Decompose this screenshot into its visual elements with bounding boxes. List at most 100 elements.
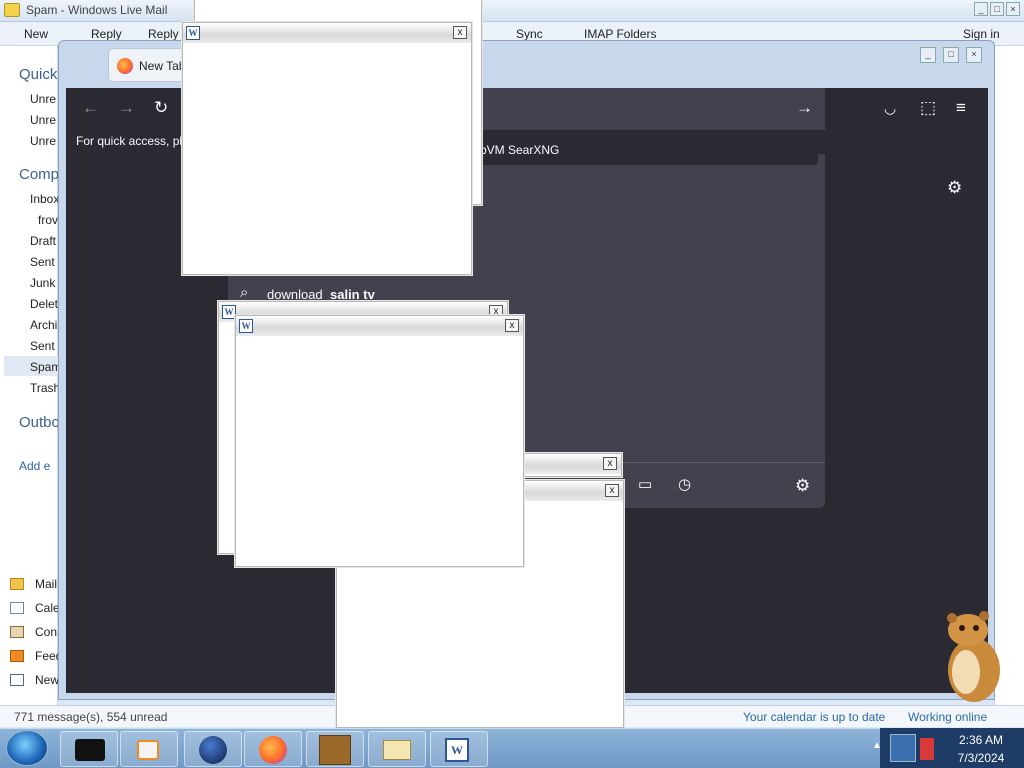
clock-date[interactable]: 7/3/2024 bbox=[938, 751, 1024, 765]
newtab-settings-gear-icon[interactable]: ⚙ bbox=[947, 178, 962, 198]
taskbar-firefox[interactable] bbox=[244, 731, 302, 767]
taskbar-globe[interactable] bbox=[184, 731, 242, 767]
quick-item[interactable]: Unre bbox=[30, 92, 56, 106]
mail-window-title: Spam - Windows Live Mail bbox=[26, 3, 168, 17]
search-icon: ⌕ bbox=[240, 284, 249, 301]
go-arrow-icon[interactable]: → bbox=[796, 98, 813, 118]
ff-minimize-button[interactable]: _ bbox=[920, 47, 936, 63]
contacts-icon bbox=[10, 626, 24, 638]
mail-icon bbox=[10, 578, 24, 590]
history-icon[interactable]: ◷ bbox=[678, 475, 691, 493]
feeds-icon bbox=[10, 650, 24, 662]
suggestion-bold: salin tv bbox=[330, 287, 375, 302]
word-icon: W bbox=[445, 738, 469, 762]
maximize-button[interactable]: □ bbox=[990, 2, 1004, 16]
minimize-button[interactable]: _ bbox=[974, 2, 988, 16]
nav-mail[interactable]: Mail bbox=[35, 577, 57, 591]
search-engine-row[interactable]: bVM SearXNG bbox=[480, 136, 818, 165]
reply-button[interactable]: Reply bbox=[91, 27, 122, 41]
taskbar-mail[interactable] bbox=[368, 731, 426, 767]
terminal-icon bbox=[75, 739, 105, 761]
extensions-icon[interactable]: ⬚ bbox=[920, 98, 936, 118]
nav-contacts[interactable]: Con bbox=[35, 625, 57, 639]
outbox-header[interactable]: Outbo bbox=[19, 414, 60, 431]
nav-newsgroups[interactable]: New bbox=[35, 673, 59, 687]
close-button[interactable]: × bbox=[1006, 2, 1020, 16]
menu-icon[interactable]: ≡ bbox=[956, 98, 966, 118]
online-status: Working online bbox=[908, 710, 988, 724]
calendar-status: Your calendar is up to date bbox=[743, 710, 886, 724]
bookmark-hint: For quick access, pla bbox=[76, 134, 189, 148]
word-popup-window[interactable]: Wx bbox=[182, 22, 472, 275]
taskbar: W bbox=[0, 728, 1024, 768]
tabs-icon[interactable]: ▭ bbox=[638, 475, 652, 493]
mail-right-pane bbox=[994, 46, 1024, 706]
folder-inbox[interactable]: Inbox bbox=[30, 192, 59, 206]
taskbar-word[interactable]: W bbox=[430, 731, 488, 767]
tray-app-icon[interactable] bbox=[920, 738, 934, 760]
folder-subfolder[interactable]: frov bbox=[38, 213, 58, 227]
sync-button[interactable]: Sync bbox=[516, 27, 543, 41]
mail-icon bbox=[383, 740, 411, 760]
nav-calendar[interactable]: Cale bbox=[35, 601, 60, 615]
sign-in-link[interactable]: Sign in bbox=[963, 27, 1000, 41]
close-icon[interactable]: x bbox=[453, 26, 467, 39]
ff-close-button[interactable]: × bbox=[966, 47, 982, 63]
close-icon[interactable]: x bbox=[603, 457, 617, 470]
taskbar-media-player[interactable] bbox=[120, 731, 178, 767]
folder-spam[interactable]: Spam bbox=[30, 360, 61, 374]
suggestion-prefix: download bbox=[267, 287, 323, 302]
firefox-tab-icon bbox=[117, 58, 133, 74]
folder-trash[interactable]: Trash bbox=[30, 381, 60, 395]
network-icon[interactable] bbox=[890, 734, 916, 762]
mail-titlebar: Spam - Windows Live Mail _ □ × bbox=[0, 0, 1024, 22]
folder-junk[interactable]: Junk bbox=[30, 276, 55, 290]
hamster-desktop-pet-icon[interactable] bbox=[940, 608, 1004, 704]
taskbar-box-game[interactable] bbox=[306, 731, 364, 767]
account-header: Comp bbox=[19, 166, 60, 183]
newsgroups-icon bbox=[10, 674, 24, 686]
live-mail-app-icon bbox=[4, 3, 20, 17]
new-button[interactable]: New bbox=[24, 27, 48, 41]
quick-item[interactable]: Unre bbox=[30, 113, 56, 127]
firefox-icon bbox=[259, 736, 287, 764]
tab-title: New Tab bbox=[139, 59, 186, 73]
folder-sent[interactable]: Sent bbox=[30, 255, 55, 269]
search-settings-gear-icon[interactable]: ⚙ bbox=[795, 476, 810, 496]
ff-maximize-button[interactable]: □ bbox=[943, 47, 959, 63]
box-game-icon bbox=[319, 735, 351, 765]
calendar-icon bbox=[10, 602, 24, 614]
popup-titlebar: x bbox=[521, 454, 621, 474]
folder-drafts[interactable]: Draft bbox=[30, 234, 56, 248]
message-count: 771 message(s), 554 unread bbox=[14, 710, 168, 724]
globe-icon bbox=[199, 736, 227, 764]
search-engine-label: bVM SearXNG bbox=[480, 143, 560, 157]
quick-views-header: Quick bbox=[19, 66, 58, 83]
quick-item[interactable]: Unre bbox=[30, 134, 56, 148]
pocket-icon[interactable]: ◡ bbox=[884, 100, 896, 117]
add-email-account-link[interactable]: Add e bbox=[19, 459, 50, 473]
word-icon: W bbox=[222, 305, 236, 319]
word-icon: W bbox=[239, 319, 253, 333]
taskbar-terminal[interactable] bbox=[60, 731, 118, 767]
word-popup-window[interactable]: Wx bbox=[235, 315, 524, 567]
folder-archive[interactable]: Archi bbox=[30, 318, 57, 332]
media-player-icon bbox=[137, 740, 159, 760]
back-icon[interactable]: ← bbox=[82, 98, 99, 118]
word-popup-window[interactable]: x bbox=[520, 453, 622, 477]
close-icon[interactable]: x bbox=[605, 484, 619, 497]
mail-folder-pane: Quick Unre Unre Unre Comp Inbox frov Dra… bbox=[0, 46, 62, 706]
popup-titlebar: Wx bbox=[236, 316, 523, 336]
close-icon[interactable]: x bbox=[505, 319, 519, 332]
imap-folders-button[interactable]: IMAP Folders bbox=[584, 27, 656, 41]
popup-titlebar: Wx bbox=[183, 23, 471, 43]
clock-time[interactable]: 2:36 AM bbox=[938, 733, 1024, 747]
folder-deleted[interactable]: Delet bbox=[30, 297, 58, 311]
show-hidden-icons-icon[interactable]: ▲ bbox=[872, 740, 882, 751]
reload-icon[interactable]: ↻ bbox=[154, 98, 168, 118]
start-button[interactable] bbox=[6, 730, 48, 766]
word-icon: W bbox=[186, 26, 200, 40]
folder-sent-items[interactable]: Sent bbox=[30, 339, 55, 353]
forward-icon[interactable]: → bbox=[118, 98, 135, 118]
reply-all-button[interactable]: Reply bbox=[148, 27, 179, 41]
